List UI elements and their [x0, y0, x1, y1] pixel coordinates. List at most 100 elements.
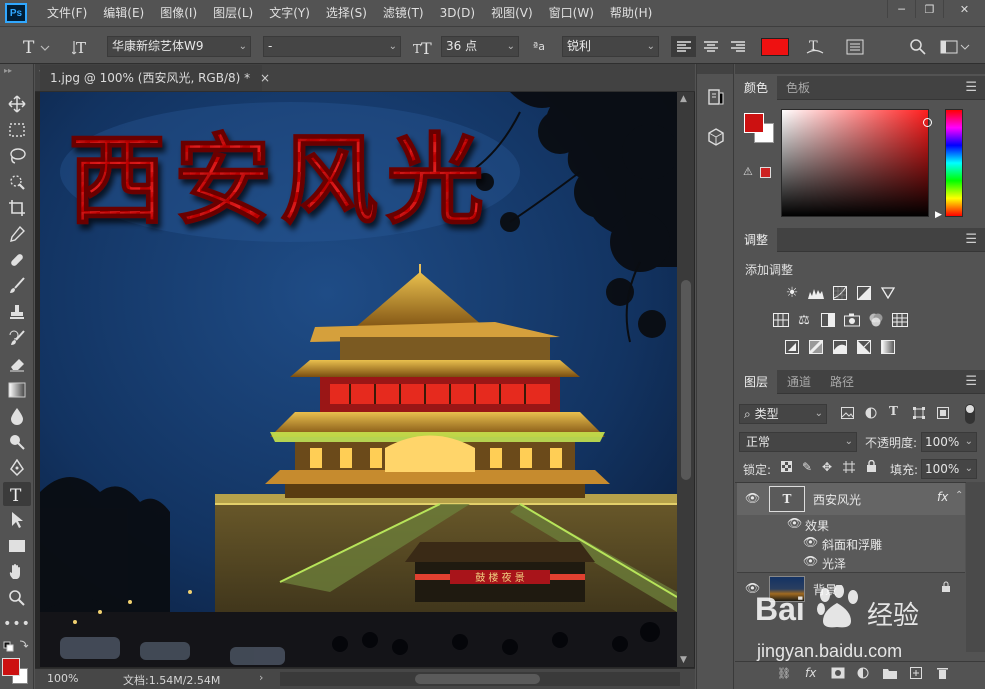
- layer-row-background[interactable]: 👁 背景: [737, 572, 965, 604]
- add-mask-icon[interactable]: [831, 667, 845, 682]
- text-color-swatch[interactable]: [760, 36, 790, 57]
- layer-filter-select[interactable]: ⌕ 类型 ⌄: [739, 404, 827, 424]
- toggle-text-orientation-button[interactable]: T: [70, 36, 94, 57]
- lock-transparent-button[interactable]: [781, 461, 792, 475]
- workspace-button[interactable]: [938, 36, 972, 57]
- swap-colors-icon[interactable]: [3, 639, 29, 653]
- tab-channels[interactable]: 通道: [778, 370, 820, 394]
- panel-menu-icon[interactable]: ☰: [965, 374, 977, 389]
- blend-mode-select[interactable]: 正常 ⌄: [739, 432, 857, 452]
- delete-layer-icon[interactable]: [937, 667, 948, 682]
- menu-edit[interactable]: 编辑(E): [95, 0, 152, 26]
- move-tool[interactable]: [3, 92, 31, 116]
- layer-effect-bevel-row[interactable]: 👁 斜面和浮雕: [737, 534, 965, 553]
- scroll-down-icon[interactable]: ▼: [680, 655, 687, 665]
- new-adjustment-icon[interactable]: [857, 667, 869, 682]
- filter-adjustment-button[interactable]: [865, 407, 877, 422]
- minimize-button[interactable]: ─: [887, 0, 915, 18]
- horizontal-scroll-thumb[interactable]: [415, 674, 540, 684]
- lock-position-button[interactable]: ✥: [822, 460, 832, 474]
- lock-artboard-button[interactable]: [843, 461, 855, 476]
- font-style-select[interactable]: - ⌄: [263, 36, 401, 57]
- tab-paths[interactable]: 路径: [821, 370, 863, 394]
- gamut-warning-icon[interactable]: ⚠: [743, 165, 753, 178]
- layer-effects-row[interactable]: 👁 效果: [737, 515, 965, 534]
- gamut-color-swatch[interactable]: [760, 167, 771, 178]
- font-family-select[interactable]: 华康新综艺体W9 ⌄: [107, 36, 251, 57]
- search-button[interactable]: [906, 36, 930, 57]
- color-picker-ring[interactable]: [923, 118, 932, 127]
- tab-adjustments[interactable]: 调整: [735, 228, 778, 252]
- menu-image[interactable]: 图像(I): [152, 0, 205, 26]
- menu-view[interactable]: 视图(V): [483, 0, 541, 26]
- restore-button[interactable]: ❐: [915, 0, 943, 18]
- panel-menu-icon[interactable]: ☰: [965, 232, 977, 247]
- hue-slider-handle-icon[interactable]: ▶: [935, 210, 942, 220]
- crop-tool[interactable]: [3, 196, 31, 220]
- dodge-tool[interactable]: [3, 430, 31, 454]
- history-panel-button[interactable]: [707, 88, 725, 109]
- panel-menu-icon[interactable]: ☰: [965, 80, 977, 95]
- warp-text-button[interactable]: T: [803, 36, 827, 57]
- close-window-button[interactable]: ✕: [943, 0, 985, 18]
- menu-window[interactable]: 窗口(W): [541, 0, 602, 26]
- horizontal-scrollbar[interactable]: [280, 672, 680, 686]
- healing-brush-tool[interactable]: [3, 248, 31, 272]
- color-field[interactable]: [781, 109, 932, 217]
- align-right-button[interactable]: [725, 36, 750, 57]
- edit-toolbar-button[interactable]: •••: [3, 612, 31, 636]
- opacity-input[interactable]: 100% ⌄: [921, 432, 977, 452]
- menu-3d[interactable]: 3D(D): [432, 0, 483, 26]
- hue-saturation-adjustment-button[interactable]: [773, 313, 789, 327]
- visibility-eye-icon[interactable]: 👁: [745, 581, 760, 595]
- lock-pixels-button[interactable]: ✎: [802, 460, 812, 474]
- align-center-button[interactable]: [698, 36, 723, 57]
- document-size[interactable]: 文档:1.54M/2.54M: [123, 672, 220, 688]
- color-balance-adjustment-button[interactable]: ⚖: [796, 313, 812, 328]
- hue-slider[interactable]: [945, 109, 963, 217]
- filter-shape-button[interactable]: [913, 407, 925, 422]
- menu-filter[interactable]: 滤镜(T): [375, 0, 432, 26]
- brush-tool[interactable]: [3, 274, 31, 298]
- menu-type[interactable]: 文字(Y): [261, 0, 318, 26]
- tab-swatches[interactable]: 色板: [777, 76, 819, 100]
- menu-select[interactable]: 选择(S): [318, 0, 375, 26]
- vertical-scroll-thumb[interactable]: [681, 280, 691, 480]
- visibility-eye-icon[interactable]: 👁: [803, 554, 818, 568]
- visibility-eye-icon[interactable]: 👁: [803, 535, 818, 549]
- tab-layers[interactable]: 图层: [735, 370, 778, 394]
- channel-mixer-adjustment-button[interactable]: [868, 313, 884, 327]
- close-tab-icon[interactable]: ×: [260, 71, 270, 85]
- menu-help[interactable]: 帮助(H): [602, 0, 660, 26]
- hand-tool[interactable]: [3, 560, 31, 584]
- layer-name[interactable]: 西安风光: [813, 491, 861, 508]
- eraser-tool[interactable]: [3, 352, 31, 376]
- color-lookup-adjustment-button[interactable]: [892, 313, 908, 327]
- lasso-tool[interactable]: [3, 144, 31, 168]
- tool-preset-picker[interactable]: T: [16, 36, 56, 57]
- new-layer-icon[interactable]: [910, 667, 922, 682]
- antialias-select[interactable]: 锐利 ⌄: [562, 36, 659, 57]
- path-selection-tool[interactable]: [3, 508, 31, 532]
- curves-adjustment-button[interactable]: [832, 286, 848, 300]
- fill-input[interactable]: 100% ⌄: [921, 459, 977, 479]
- type-tool[interactable]: T: [3, 482, 31, 506]
- add-style-icon[interactable]: fx: [805, 666, 816, 680]
- selective-color-adjustment-button[interactable]: [880, 340, 896, 354]
- threshold-adjustment-button[interactable]: [832, 340, 848, 354]
- brightness-adjustment-button[interactable]: ☀: [784, 285, 800, 301]
- layers-scrollbar[interactable]: [966, 482, 985, 652]
- lock-all-button[interactable]: [866, 459, 877, 475]
- eyedropper-tool[interactable]: [3, 222, 31, 246]
- vibrance-adjustment-button[interactable]: [880, 286, 896, 300]
- 3d-panel-button[interactable]: [707, 128, 725, 149]
- visibility-eye-icon[interactable]: 👁: [745, 491, 760, 505]
- expand-effects-icon[interactable]: ⌃: [955, 490, 963, 501]
- blur-tool[interactable]: [3, 404, 31, 428]
- exposure-adjustment-button[interactable]: [856, 286, 872, 300]
- invert-adjustment-button[interactable]: [784, 340, 800, 354]
- zoom-level[interactable]: 100%: [47, 672, 78, 685]
- photo-filter-adjustment-button[interactable]: [844, 313, 860, 327]
- zoom-tool[interactable]: [3, 586, 31, 610]
- levels-adjustment-button[interactable]: [808, 286, 824, 300]
